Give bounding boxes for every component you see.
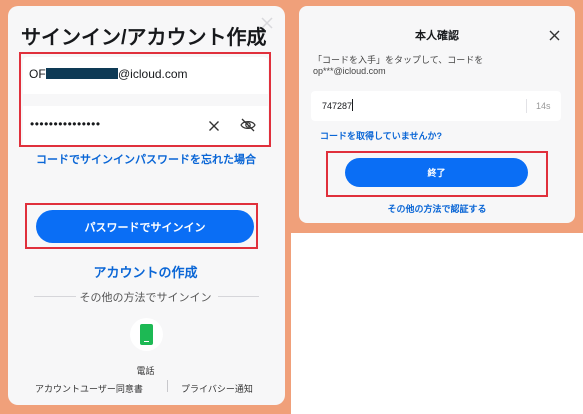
email-redaction — [46, 68, 118, 79]
clear-icon[interactable] — [208, 119, 220, 131]
verify-title: 本人確認 — [415, 30, 459, 42]
password-value[interactable]: ••••••••••••••• — [30, 117, 101, 131]
divider-line-right — [218, 296, 259, 297]
other-methods-divider: その他の方法でサインイン — [79, 292, 212, 304]
credentials-separator — [23, 94, 268, 106]
create-account-link[interactable]: アカウントの作成 — [0, 262, 291, 281]
login-title: サインイン/アカウント作成 — [21, 27, 267, 49]
no-code-link[interactable]: コードを取得していませんか? — [320, 129, 442, 142]
privacy-notice-link[interactable]: プライバシー通知 — [181, 382, 253, 395]
verify-masked-email: op***@icloud.com — [313, 66, 386, 76]
close-icon[interactable] — [549, 28, 560, 41]
footer-separator — [167, 380, 168, 392]
user-agreement-link[interactable]: アカウントユーザー同意書 — [35, 382, 143, 395]
text-caret — [352, 99, 353, 111]
phone-signin-button[interactable] — [130, 318, 163, 351]
other-verify-method-link[interactable]: その他の方法で認証する — [291, 202, 583, 215]
timer-separator — [526, 99, 527, 113]
email-prefix[interactable]: OF — [29, 67, 46, 81]
email-suffix[interactable]: @icloud.com — [118, 67, 188, 81]
phone-icon — [140, 324, 153, 345]
forgot-password-link[interactable]: コードでサインインパスワードを忘れた場合 — [36, 151, 256, 167]
eye-slash-icon[interactable] — [240, 118, 256, 132]
phone-label: 電話 — [136, 366, 155, 376]
done-button[interactable]: 終了 — [345, 158, 528, 187]
signin-with-password-button[interactable]: パスワードでサインイン — [36, 210, 254, 243]
verify-instruction: 「コードを入手」をタップして、コードを — [313, 55, 484, 65]
verification-code-value[interactable]: 747287 — [322, 101, 352, 111]
resend-timer: 14s — [536, 101, 551, 111]
